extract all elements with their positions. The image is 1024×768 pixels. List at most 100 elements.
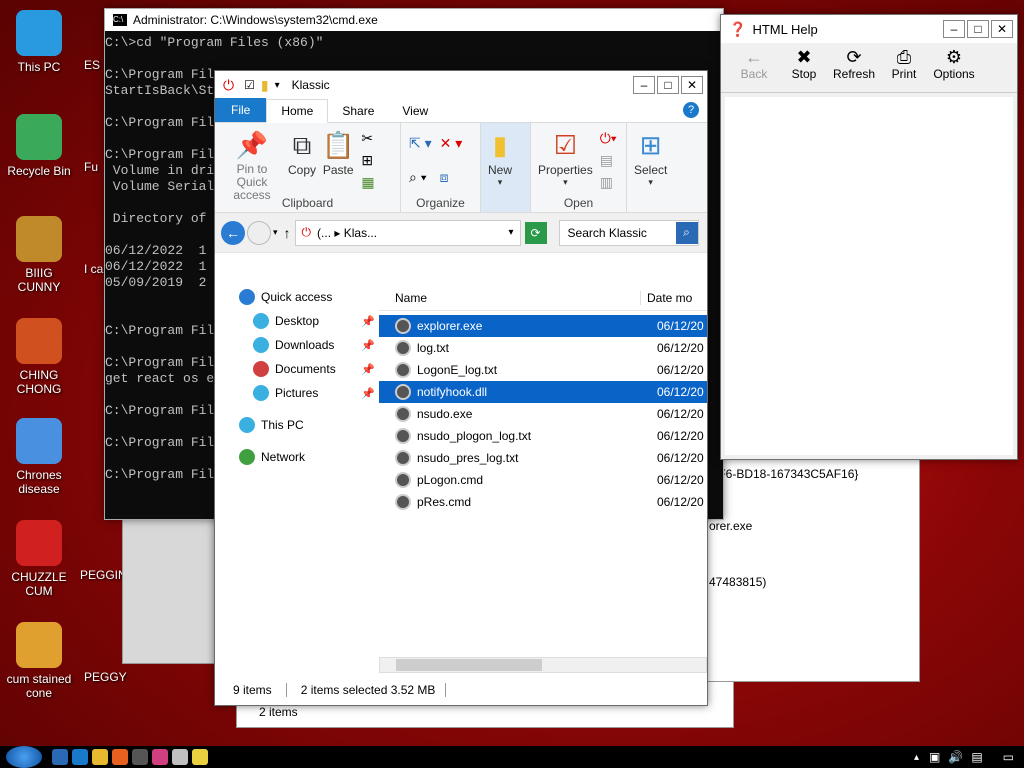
pin-icon[interactable]: 📌 bbox=[361, 339, 375, 352]
search-input[interactable]: Search Klassic bbox=[568, 226, 676, 240]
properties-button[interactable]: ☑ Properties ▾ bbox=[535, 127, 596, 194]
cmd-titlebar[interactable]: C:\ Administrator: C:\Windows\system32\c… bbox=[105, 9, 723, 31]
paste-button[interactable]: 📋 Paste bbox=[319, 127, 357, 194]
file-row[interactable]: nsudo_plogon_log.txt 06/12/20 bbox=[379, 425, 707, 447]
taskbar-icon[interactable] bbox=[112, 749, 128, 765]
move-to-icon[interactable]: ⇱ ▾ bbox=[409, 135, 432, 152]
up-button[interactable]: ↑ bbox=[284, 225, 291, 241]
recent-locations-icon[interactable]: ▾ bbox=[273, 227, 278, 238]
new-button[interactable]: ▮ New ▾ bbox=[485, 127, 515, 194]
taskbar-icon[interactable] bbox=[152, 749, 168, 765]
desktop-partial-label: PEGGY bbox=[84, 670, 127, 684]
help-tool-stop[interactable]: ✖ Stop bbox=[779, 43, 829, 92]
horizontal-scrollbar[interactable] bbox=[379, 657, 707, 673]
nav-item[interactable]: Downloads 📌 bbox=[223, 333, 383, 357]
file-row[interactable]: pLogon.cmd 06/12/20 bbox=[379, 469, 707, 491]
tab-home[interactable]: Home bbox=[266, 99, 329, 123]
desktop-icon[interactable]: BIIIG CUNNY bbox=[4, 216, 74, 294]
pin-icon[interactable]: 📌 bbox=[361, 387, 375, 400]
help-titlebar[interactable]: ❓ HTML Help – □ ✕ bbox=[721, 15, 1017, 43]
file-row[interactable]: nsudo_pres_log.txt 06/12/20 bbox=[379, 447, 707, 469]
taskbar-icon[interactable] bbox=[172, 749, 188, 765]
language-icon[interactable]: ▤ bbox=[971, 750, 982, 764]
pin-icon[interactable]: 📌 bbox=[361, 363, 375, 376]
scrollbar-thumb[interactable] bbox=[396, 659, 542, 671]
edit-icon[interactable]: ▤ bbox=[600, 152, 617, 169]
ribbon-tabs: File Home Share View ? bbox=[215, 98, 707, 123]
taskbar-icon[interactable] bbox=[92, 749, 108, 765]
explorer-window[interactable]: ⏻ ☑ ▮ ▾ Klassic – □ ✕ File Home Share Vi… bbox=[214, 70, 708, 706]
tab-file[interactable]: File bbox=[215, 98, 267, 122]
column-name[interactable]: Name bbox=[379, 290, 641, 305]
rename-icon[interactable]: ⌕ ▾ bbox=[409, 169, 432, 186]
cut-icon[interactable]: ✂ bbox=[361, 130, 374, 147]
desktop-icon[interactable]: Chrones disease bbox=[4, 418, 74, 496]
nav-item[interactable]: This PC bbox=[223, 413, 383, 437]
nav-item[interactable]: Quick access bbox=[223, 285, 383, 309]
pin-icon[interactable]: 📌 bbox=[361, 315, 375, 328]
help-content-pane[interactable] bbox=[725, 97, 1013, 455]
minimize-button[interactable]: – bbox=[633, 76, 655, 94]
search-box[interactable]: Search Klassic ⌕ bbox=[558, 219, 699, 246]
open-icon[interactable]: ⏻▾ bbox=[600, 130, 617, 147]
desktop-icon[interactable]: CHUZZLE CUM bbox=[4, 520, 74, 598]
tray-chevron-icon[interactable]: ▴ bbox=[914, 752, 919, 763]
folder-quick-icon[interactable]: ▮ bbox=[261, 77, 269, 94]
copy-button[interactable]: ⧉ Copy bbox=[285, 127, 319, 194]
properties-quick-icon[interactable]: ☑ bbox=[244, 78, 255, 92]
nav-item[interactable]: Desktop 📌 bbox=[223, 309, 383, 333]
nav-item[interactable]: Network bbox=[223, 445, 383, 469]
close-button[interactable]: ✕ bbox=[991, 20, 1013, 38]
file-row[interactable]: explorer.exe 06/12/20 bbox=[379, 315, 707, 337]
start-button[interactable] bbox=[6, 746, 42, 768]
background-window[interactable]: FF6-BD18-167343C5AF16} orer.exe 47483815… bbox=[704, 456, 920, 682]
file-row[interactable]: LogonE_log.txt 06/12/20 bbox=[379, 359, 707, 381]
desktop-icon[interactable]: cum stained cone bbox=[4, 622, 74, 700]
minimize-button[interactable]: – bbox=[943, 20, 965, 38]
chevron-down-icon[interactable]: ▾ bbox=[509, 227, 514, 238]
explorer-titlebar[interactable]: ⏻ ☑ ▮ ▾ Klassic – □ ✕ bbox=[215, 71, 707, 99]
paste-shortcut-icon[interactable]: ▦ bbox=[361, 174, 374, 191]
select-button[interactable]: ⊞ Select ▾ bbox=[631, 127, 670, 194]
delete-icon[interactable]: ✕ ▾ bbox=[440, 135, 463, 152]
file-row[interactable]: nsudo.exe 06/12/20 bbox=[379, 403, 707, 425]
desktop-icon[interactable]: CHING CHONG bbox=[4, 318, 74, 396]
column-date[interactable]: Date mo bbox=[641, 291, 692, 305]
new-folder-icon[interactable]: ⧈ bbox=[440, 169, 463, 186]
desktop-icon[interactable]: This PC bbox=[4, 10, 74, 74]
taskbar-icon[interactable] bbox=[52, 749, 68, 765]
taskbar-icon[interactable] bbox=[72, 749, 88, 765]
pin-button[interactable]: 📌 Pin to Quick access bbox=[219, 127, 285, 202]
taskbar-icon[interactable] bbox=[132, 749, 148, 765]
back-button[interactable]: ← bbox=[221, 220, 245, 245]
refresh-button[interactable]: ⟳ bbox=[524, 221, 547, 244]
close-button[interactable]: ✕ bbox=[681, 76, 703, 94]
search-icon[interactable]: ⌕ bbox=[675, 221, 698, 244]
network-icon[interactable]: ▣ bbox=[929, 750, 940, 764]
maximize-button[interactable]: □ bbox=[657, 76, 679, 94]
nav-item[interactable]: Pictures 📌 bbox=[223, 381, 383, 405]
volume-icon[interactable]: 🔊 bbox=[948, 750, 963, 764]
address-box[interactable]: ⏻ (... ▸ Klas... ▾ bbox=[294, 219, 521, 246]
tab-view[interactable]: View bbox=[388, 100, 675, 122]
file-row[interactable]: log.txt 06/12/20 bbox=[379, 337, 707, 359]
help-tool-options[interactable]: ⚙ Options bbox=[929, 43, 979, 92]
help-circle-icon[interactable]: ? bbox=[675, 102, 707, 122]
nav-item[interactable]: Documents 📌 bbox=[223, 357, 383, 381]
help-tool-print[interactable]: ⎙ Print bbox=[879, 43, 929, 92]
file-date: 06/12/20 bbox=[657, 495, 704, 509]
tab-share[interactable]: Share bbox=[328, 100, 388, 122]
help-tool-refresh[interactable]: ⟳ Refresh bbox=[829, 43, 879, 92]
file-row[interactable]: notifyhook.dll 06/12/20 bbox=[379, 381, 707, 403]
file-row[interactable]: pRes.cmd 06/12/20 bbox=[379, 491, 707, 513]
forward-button[interactable] bbox=[247, 220, 271, 245]
history-icon[interactable]: ▥ bbox=[600, 174, 617, 191]
chevron-down-icon[interactable]: ▾ bbox=[275, 80, 280, 91]
html-help-window[interactable]: ❓ HTML Help – □ ✕ ← Back ✖ Stop ⟳ Refresh ⎙… bbox=[720, 14, 1018, 460]
help-tool-back[interactable]: ← Back bbox=[729, 43, 779, 92]
notification-icon[interactable]: ▭ bbox=[1003, 750, 1014, 764]
copy-path-icon[interactable]: ⊞ bbox=[361, 152, 374, 169]
desktop-icon[interactable]: Recycle Bin bbox=[4, 114, 74, 178]
taskbar-icon[interactable] bbox=[192, 749, 208, 765]
maximize-button[interactable]: □ bbox=[967, 20, 989, 38]
